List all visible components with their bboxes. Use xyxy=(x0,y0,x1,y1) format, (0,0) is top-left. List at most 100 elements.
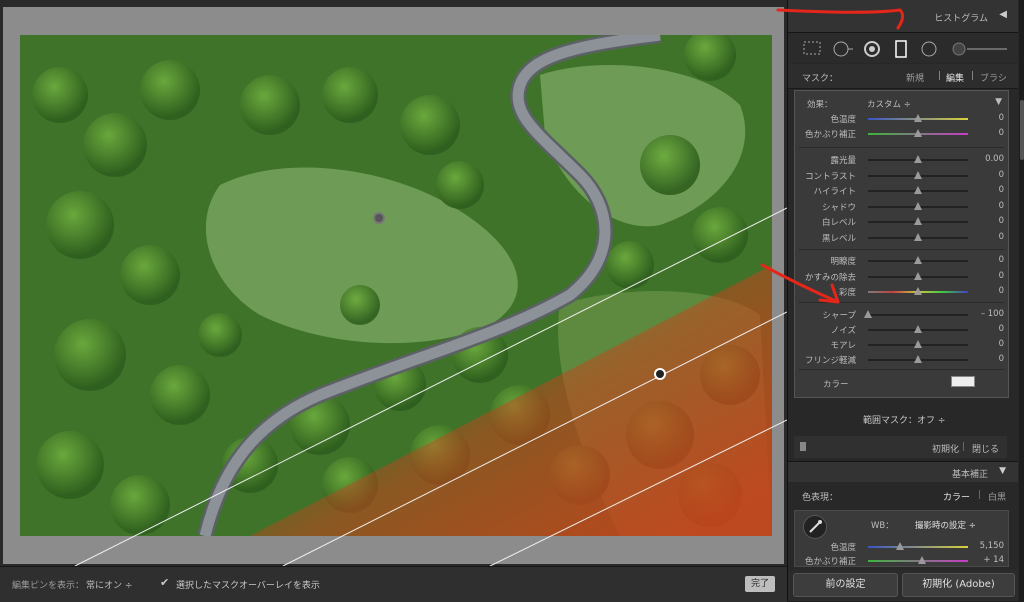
slider-track[interactable] xyxy=(868,355,968,363)
slider-row[interactable]: 明瞭度 0 xyxy=(795,254,1008,268)
treatment-bw-button[interactable]: 白黒 xyxy=(988,490,1006,503)
slider-track[interactable] xyxy=(868,556,968,564)
slider-track[interactable] xyxy=(868,114,968,122)
mask-new-button[interactable]: 新規 xyxy=(906,71,924,84)
slider-track[interactable] xyxy=(868,155,968,163)
slider-row[interactable]: ハイライト 0 xyxy=(795,184,1008,198)
slider-track[interactable] xyxy=(868,287,968,295)
slider-value[interactable]: 0.00 xyxy=(985,154,1004,164)
slider-thumb[interactable] xyxy=(914,287,922,295)
slider-value[interactable]: 0 xyxy=(999,286,1004,296)
slider-track[interactable] xyxy=(868,186,968,194)
mask-edit-button[interactable]: 編集 xyxy=(946,71,964,84)
slider-value[interactable]: 0 xyxy=(999,201,1004,211)
slider-track[interactable] xyxy=(868,129,968,137)
close-button[interactable]: 閉じる xyxy=(972,442,999,455)
slider-thumb[interactable] xyxy=(914,271,922,280)
slider-value[interactable]: 0 xyxy=(999,128,1004,138)
slider-track[interactable] xyxy=(868,232,968,241)
color-swatch[interactable] xyxy=(951,376,975,387)
reset-adobe-button[interactable]: 初期化 (Adobe) xyxy=(902,573,1015,597)
slider-thumb[interactable] xyxy=(914,155,922,163)
slider-row[interactable]: 露光量 0.00 xyxy=(795,153,1008,167)
slider-thumb[interactable] xyxy=(914,232,922,241)
slider-row[interactable]: かすみの除去 0 xyxy=(795,270,1008,284)
slider-thumb[interactable] xyxy=(914,355,922,363)
graduated-filter-icon[interactable] xyxy=(894,40,908,58)
slider-value[interactable]: – 100 xyxy=(981,309,1004,319)
slider-thumb[interactable] xyxy=(918,556,926,564)
eyedropper-icon[interactable] xyxy=(803,515,827,539)
overlay-label[interactable]: 選択したマスクオーバーレイを表示 xyxy=(176,578,320,591)
slider-thumb[interactable] xyxy=(914,186,922,194)
slider-value[interactable]: 0 xyxy=(999,339,1004,349)
slider-thumb[interactable] xyxy=(914,256,922,264)
expand-arrow-icon[interactable]: ▼ xyxy=(999,466,1006,476)
slider-thumb[interactable] xyxy=(914,170,922,179)
slider-value[interactable]: 0 xyxy=(999,255,1004,265)
slider-track[interactable] xyxy=(864,310,968,318)
slider-thumb[interactable] xyxy=(914,201,922,210)
spot-removal-icon[interactable] xyxy=(832,40,854,58)
slider-row[interactable]: フリンジ軽減 0 xyxy=(795,353,1008,367)
slider-row[interactable]: 色温度 0 xyxy=(795,112,1008,126)
slider-value[interactable]: 0 xyxy=(999,232,1004,242)
slider-track[interactable] xyxy=(868,325,968,333)
slider-value[interactable]: 0 xyxy=(999,170,1004,180)
switch-icon[interactable] xyxy=(800,442,806,451)
slider-value[interactable]: 5,150 xyxy=(980,541,1004,551)
adjustment-brush-icon[interactable] xyxy=(951,40,1011,58)
slider-track[interactable] xyxy=(868,271,968,280)
reset-button[interactable]: 初期化 xyxy=(932,442,959,455)
slider-row[interactable]: シャープ – 100 xyxy=(795,308,1008,322)
range-mask-dropdown[interactable]: 範囲マスク：オフ ÷ xyxy=(863,413,945,426)
slider-row[interactable]: 色かぶり補正 0 xyxy=(795,127,1008,141)
slider-value[interactable]: 0 xyxy=(999,113,1004,123)
wb-dropdown[interactable]: 撮影時の設定 ÷ xyxy=(915,519,976,531)
slider-track[interactable] xyxy=(868,542,968,550)
effect-menu-icon[interactable]: ▼ xyxy=(995,97,1002,107)
slider-thumb[interactable] xyxy=(914,217,922,225)
mask-brush-button[interactable]: ブラシ xyxy=(980,71,1007,84)
slider-row[interactable]: コントラスト 0 xyxy=(795,169,1008,183)
slider-track[interactable] xyxy=(868,256,968,264)
slider-thumb[interactable] xyxy=(914,114,922,122)
slider-row[interactable]: シャドウ 0 xyxy=(795,200,1008,214)
previous-settings-button[interactable]: 前の設定 xyxy=(793,573,898,597)
slider-thumb[interactable] xyxy=(914,129,922,137)
slider-row[interactable]: モアレ 0 xyxy=(795,338,1008,352)
scroll-thumb[interactable] xyxy=(1020,100,1024,160)
slider-thumb[interactable] xyxy=(914,325,922,333)
slider-track[interactable] xyxy=(868,217,968,225)
basic-panel-header[interactable]: 基本補正 ▼ xyxy=(788,461,1018,482)
effect-preset-dropdown[interactable]: カスタム ÷ xyxy=(867,98,911,110)
slider-value[interactable]: 0 xyxy=(999,354,1004,364)
collapse-arrow-icon[interactable]: ◀ xyxy=(999,9,1007,20)
slider-row[interactable]: 白レベル 0 xyxy=(795,215,1008,229)
panel-scrollbar[interactable] xyxy=(1019,0,1024,601)
slider-value[interactable]: 0 xyxy=(999,324,1004,334)
slider-track[interactable] xyxy=(868,340,968,348)
overlay-checkbox[interactable]: ✔ xyxy=(160,576,169,589)
crop-icon[interactable] xyxy=(802,40,822,56)
radial-filter-icon[interactable] xyxy=(920,40,938,58)
slider-row[interactable]: 黒レベル 0 xyxy=(795,231,1008,245)
red-eye-icon[interactable] xyxy=(863,40,881,58)
slider-value[interactable]: 0 xyxy=(999,185,1004,195)
slider-track[interactable] xyxy=(868,201,968,210)
slider-row[interactable]: 彩度 0 xyxy=(795,285,1008,299)
histogram-header[interactable]: ヒストグラム ◀ xyxy=(788,0,1018,33)
slider-track[interactable] xyxy=(868,170,968,179)
done-button[interactable]: 完了 xyxy=(745,576,775,592)
slider-thumb[interactable] xyxy=(896,542,904,550)
image-canvas[interactable] xyxy=(0,0,787,566)
aerial-photo[interactable] xyxy=(20,35,772,536)
slider-thumb[interactable] xyxy=(864,310,872,318)
slider-row[interactable]: ノイズ 0 xyxy=(795,323,1008,337)
treatment-color-button[interactable]: カラー xyxy=(943,490,970,503)
slider-row[interactable]: 色温度 5,150 xyxy=(795,540,1008,554)
edit-pin-inactive[interactable] xyxy=(373,212,385,224)
slider-value[interactable]: 0 xyxy=(999,271,1004,281)
slider-row[interactable]: 色かぶり補正 + 14 xyxy=(795,554,1008,568)
slider-value[interactable]: + 14 xyxy=(983,555,1004,565)
